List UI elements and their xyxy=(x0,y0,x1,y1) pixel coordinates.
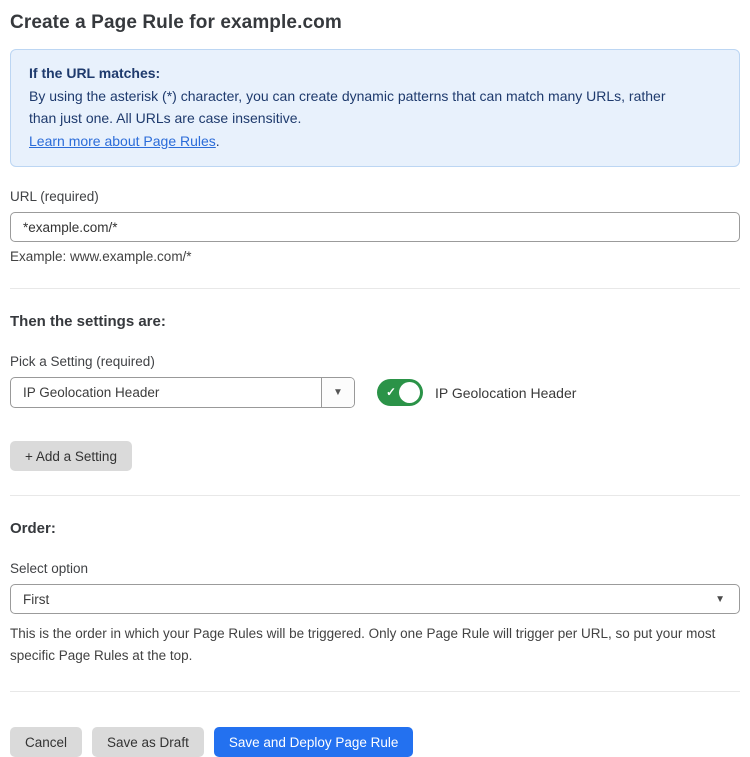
url-matches-info-box: If the URL matches: By using the asteris… xyxy=(10,49,740,167)
divider xyxy=(10,288,740,289)
link-suffix: . xyxy=(216,133,220,149)
save-as-draft-button[interactable]: Save as Draft xyxy=(92,727,204,757)
order-select-value: First xyxy=(23,592,49,607)
settings-section-heading: Then the settings are: xyxy=(10,313,740,330)
url-field-label: URL (required) xyxy=(10,189,740,204)
toggle-thumb xyxy=(399,382,420,403)
divider xyxy=(10,691,740,692)
toggle-label: IP Geolocation Header xyxy=(435,385,576,401)
chevron-down-icon: ▼ xyxy=(333,387,343,398)
url-example-helper: Example: www.example.com/* xyxy=(10,249,740,264)
info-box-heading: If the URL matches: xyxy=(29,62,721,85)
setting-dropdown-value: IP Geolocation Header xyxy=(11,378,321,407)
add-setting-button[interactable]: + Add a Setting xyxy=(10,441,132,471)
pick-setting-label: Pick a Setting (required) xyxy=(10,354,740,369)
save-and-deploy-button[interactable]: Save and Deploy Page Rule xyxy=(214,727,414,757)
url-input[interactable] xyxy=(10,212,740,242)
order-section-heading: Order: xyxy=(10,520,740,537)
setting-dropdown[interactable]: IP Geolocation Header ▼ xyxy=(10,377,355,408)
setting-dropdown-arrow-button[interactable]: ▼ xyxy=(321,378,354,407)
learn-more-link[interactable]: Learn more about Page Rules xyxy=(29,133,216,149)
order-select[interactable]: First ▼ xyxy=(10,584,740,614)
create-page-rule-form: Create a Page Rule for example.com If th… xyxy=(0,0,750,757)
footer-buttons: Cancel Save as Draft Save and Deploy Pag… xyxy=(10,716,740,757)
ip-geolocation-toggle[interactable]: ✓ xyxy=(377,379,423,406)
page-title: Create a Page Rule for example.com xyxy=(10,12,740,34)
chevron-down-icon: ▼ xyxy=(715,594,725,605)
info-box-link-line: Learn more about Page Rules. xyxy=(29,130,721,154)
info-box-body: By using the asterisk (*) character, you… xyxy=(29,85,689,130)
check-icon: ✓ xyxy=(386,384,396,400)
setting-row: IP Geolocation Header ▼ ✓ IP Geolocation… xyxy=(10,377,740,408)
order-helper-text: This is the order in which your Page Rul… xyxy=(10,623,740,667)
cancel-button[interactable]: Cancel xyxy=(10,727,82,757)
divider xyxy=(10,495,740,496)
order-select-label: Select option xyxy=(10,561,740,576)
